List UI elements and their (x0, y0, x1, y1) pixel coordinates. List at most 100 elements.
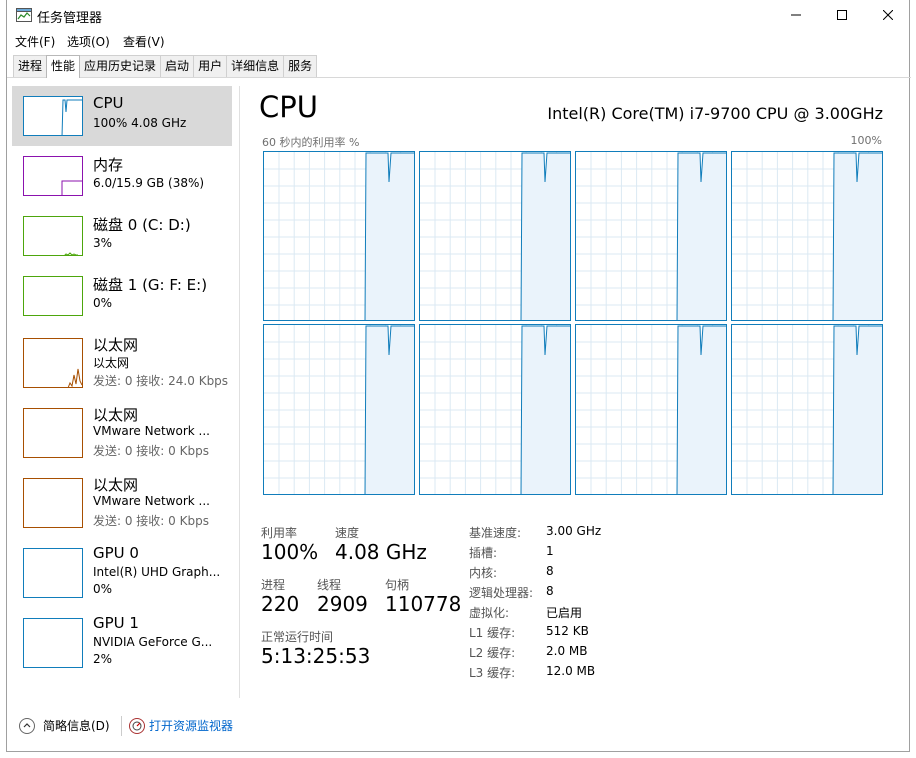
ethernet-2-thumbnail-graph (23, 408, 83, 458)
sidebar-item-detail: 2% (93, 652, 113, 666)
tab-services[interactable]: 服务 (283, 55, 318, 77)
spec-label: L2 缓存: (469, 646, 516, 660)
minimize-icon (791, 14, 801, 16)
minimize-button[interactable] (773, 0, 819, 30)
processes-label: 进程 (261, 578, 286, 592)
spec-value: 已启用 (546, 606, 583, 620)
sidebar-item-throughput: 发送: 0 接收: 0 Kbps (93, 444, 209, 458)
sidebar-item-title: 以太网 (93, 476, 139, 494)
tab-divider (7, 77, 911, 78)
spec-value: 1 (546, 544, 554, 558)
sidebar-item-detail: 0% (93, 296, 113, 310)
handles-value: 110778 (385, 592, 462, 616)
core-graph (419, 324, 571, 495)
threads-value: 2909 (317, 592, 368, 616)
sidebar-item-title: 以太网 (93, 406, 139, 424)
sidebar-item-ethernet-2[interactable]: 以太网 VMware Network ... 发送: 0 接收: 0 Kbps (12, 406, 232, 468)
fewer-details-link[interactable]: 简略信息(D) (43, 717, 110, 734)
resource-monitor-icon (129, 718, 145, 734)
sidebar-item-ethernet-1[interactable]: 以太网 以太网 发送: 0 接收: 24.0 Kbps (12, 336, 232, 398)
task-manager-icon (16, 8, 32, 22)
utilization-value: 100% (261, 540, 319, 564)
sidebar-item-throughput: 发送: 0 接收: 0 Kbps (93, 514, 209, 528)
spec-value: 3.00 GHz (546, 524, 602, 538)
open-resource-monitor-link[interactable]: 打开资源监视器 (149, 717, 233, 734)
core-graph (575, 324, 727, 495)
sidebar-item-throughput: 发送: 0 接收: 24.0 Kbps (93, 374, 229, 388)
tab-startup[interactable]: 启动 (160, 55, 195, 77)
core-graph (731, 324, 883, 495)
close-button[interactable] (865, 0, 911, 30)
menu-view[interactable]: 查看(V) (123, 33, 165, 50)
collapse-chevron-icon[interactable] (19, 718, 35, 734)
spec-label: 内核: (469, 566, 498, 580)
speed-value: 4.08 GHz (335, 540, 427, 564)
window-title: 任务管理器 (37, 11, 103, 26)
close-icon (883, 10, 893, 20)
gpu-0-thumbnail-graph (23, 548, 83, 598)
sidebar-item-disk-1[interactable]: 磁盘 1 (G: F: E:) 0% (12, 266, 232, 326)
footer-divider (121, 716, 122, 736)
core-graph (575, 151, 727, 321)
utilization-label: 利用率 (261, 526, 298, 540)
spec-value: 8 (546, 584, 554, 598)
sidebar-item-adapter: VMware Network ... (93, 494, 210, 508)
spec-label: 虚拟化: (469, 606, 510, 620)
sidebar-item-adapter: 以太网 (93, 356, 130, 370)
sidebar-item-title: 磁盘 0 (C: D:) (93, 216, 191, 234)
sidebar-item-detail: 0% (93, 582, 113, 596)
sidebar-item-detail: 100% 4.08 GHz (93, 116, 187, 130)
menu-file[interactable]: 文件(F) (15, 33, 55, 50)
sidebar-item-detail: 3% (93, 236, 113, 250)
gpu-1-thumbnail-graph (23, 618, 83, 668)
cpu-model-name: Intel(R) Core(TM) i7-9700 CPU @ 3.00GHz (547, 104, 883, 123)
tab-users[interactable]: 用户 (193, 55, 228, 77)
disk-1-thumbnail-graph (23, 276, 83, 316)
sidebar-item-gpu-1[interactable]: GPU 1 NVIDIA GeForce G... 2% (12, 614, 232, 678)
sidebar-item-title: 以太网 (93, 336, 139, 354)
handles-label: 句柄 (385, 578, 410, 592)
maximize-button[interactable] (819, 0, 865, 30)
ethernet-1-thumbnail-graph (23, 338, 83, 388)
sidebar-item-title: 内存 (93, 156, 124, 174)
sidebar-item-detail: 6.0/15.9 GB (38%) (93, 176, 205, 190)
tab-processes[interactable]: 进程 (13, 55, 48, 77)
threads-label: 线程 (317, 578, 342, 592)
sidebar-item-adapter: Intel(R) UHD Graph... (93, 565, 221, 579)
title-bar[interactable]: 任务管理器 (7, 0, 911, 30)
spec-value: 12.0 MB (546, 664, 596, 678)
uptime-label: 正常运行时间 (261, 630, 334, 644)
sidebar-item-disk-0[interactable]: 磁盘 0 (C: D:) 3% (12, 206, 232, 266)
ethernet-3-thumbnail-graph (23, 478, 83, 528)
sidebar-item-cpu[interactable]: CPU 100% 4.08 GHz (12, 86, 232, 146)
core-graph (263, 324, 415, 495)
spec-label: L3 缓存: (469, 666, 516, 680)
spec-label: 基准速度: (469, 526, 522, 540)
speed-label: 速度 (335, 526, 360, 540)
sidebar-item-title: 磁盘 1 (G: F: E:) (93, 276, 208, 294)
spec-label: 逻辑处理器: (469, 586, 534, 600)
footer-bar: 简略信息(D) 打开资源监视器 (7, 710, 911, 742)
page-title: CPU (259, 90, 318, 124)
task-manager-window: 任务管理器 文件(F) 选项(O) 查看(V) 进程 性能 应用历史记录 启动 … (6, 0, 911, 752)
sidebar-item-title: GPU 0 (93, 544, 139, 562)
sidebar-item-memory[interactable]: 内存 6.0/15.9 GB (38%) (12, 146, 232, 206)
sidebar-item-gpu-0[interactable]: GPU 0 Intel(R) UHD Graph... 0% (12, 544, 232, 608)
graph-axis-label: 60 秒内的利用率 % (262, 136, 360, 149)
maximize-icon (837, 10, 847, 20)
sidebar-item-adapter: VMware Network ... (93, 424, 210, 438)
sidebar-item-title: GPU 1 (93, 614, 139, 632)
resource-sidebar: CPU 100% 4.08 GHz 内存 6.0/15.9 GB (38%) 磁… (12, 86, 232, 698)
sidebar-item-ethernet-3[interactable]: 以太网 VMware Network ... 发送: 0 接收: 0 Kbps (12, 476, 232, 538)
tab-app-history[interactable]: 应用历史记录 (79, 55, 162, 77)
tab-details[interactable]: 详细信息 (226, 55, 285, 77)
spec-label: L1 缓存: (469, 626, 516, 640)
core-graph (419, 151, 571, 321)
tab-performance[interactable]: 性能 (46, 55, 81, 78)
menu-options[interactable]: 选项(O) (67, 33, 110, 50)
spec-value: 512 KB (546, 624, 589, 638)
graph-max-label: 100% (850, 134, 882, 147)
spec-value: 8 (546, 564, 554, 578)
sidebar-divider (239, 86, 240, 698)
spec-label: 插槽: (469, 546, 498, 560)
